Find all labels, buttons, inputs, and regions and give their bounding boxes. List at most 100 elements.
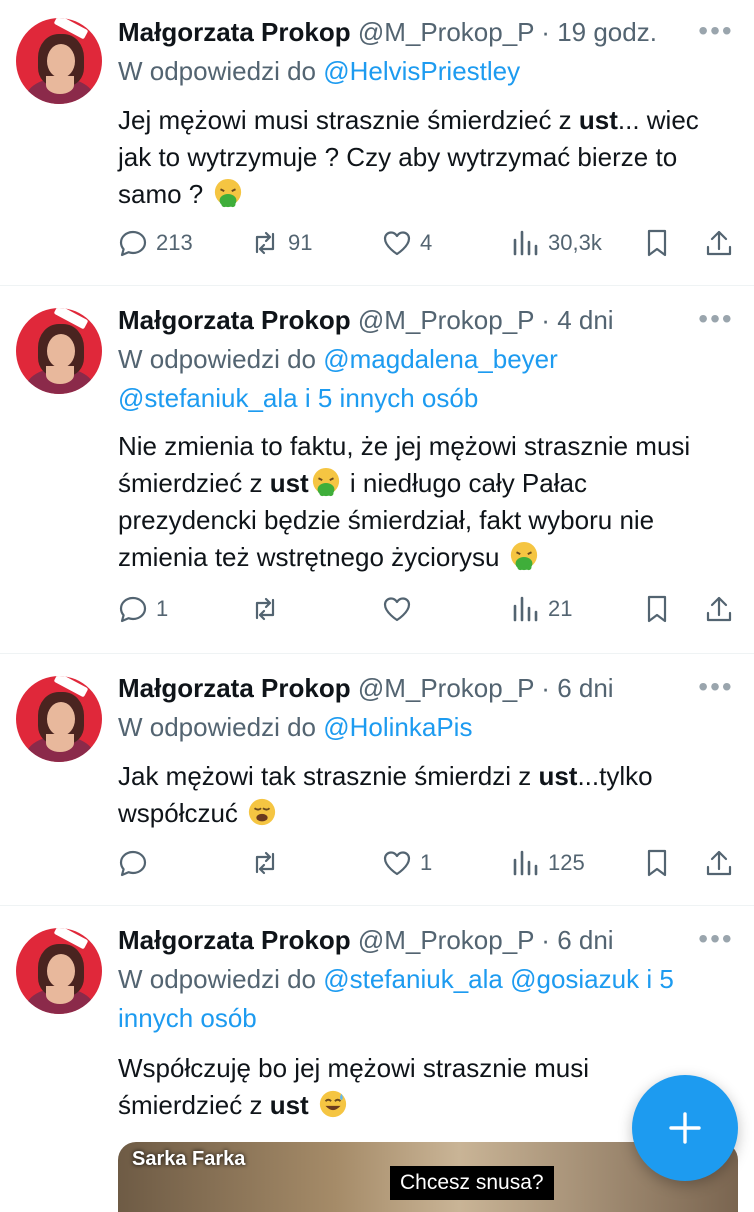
- others-link[interactable]: i 5 innych osób: [305, 383, 478, 413]
- reply-count: 213: [156, 230, 193, 255]
- display-name[interactable]: Małgorzata Prokop: [118, 17, 351, 47]
- tweet-text: Nie zmienia to faktu, że jej mężowi stra…: [118, 428, 718, 576]
- reply-button[interactable]: 1: [118, 592, 168, 626]
- mention-link[interactable]: @HolinkaPis: [323, 712, 472, 742]
- like-count: 4: [420, 230, 433, 255]
- compose-plus-icon: [669, 1112, 701, 1144]
- vomiting-face-emoji: [214, 178, 241, 208]
- text-bold: ust: [269, 468, 309, 498]
- tweet-header: Małgorzata Prokop @M_Prokop_P · 19 godz.: [118, 14, 657, 50]
- avatar[interactable]: [16, 928, 102, 1014]
- reply-context: W odpowiedzi do @stefaniuk_ala @gosiazuk…: [118, 960, 738, 1038]
- repost-button[interactable]: [250, 846, 288, 880]
- reply-context: W odpowiedzi do @HolinkaPis: [118, 708, 738, 747]
- reply-button[interactable]: 213: [118, 226, 193, 260]
- text-part: Jak mężowi tak strasznie śmierdzi z: [118, 761, 539, 791]
- views-icon: [513, 850, 538, 876]
- avatar[interactable]: [16, 18, 102, 104]
- view-count: 125: [548, 850, 585, 875]
- reply-icon: [119, 596, 147, 623]
- tweet[interactable]: Małgorzata Prokop @M_Prokop_P · 6 dni ••…: [0, 654, 754, 904]
- vomiting-face-emoji: [510, 541, 537, 571]
- timestamp[interactable]: 6 dni: [557, 673, 613, 703]
- like-icon: [383, 851, 411, 876]
- tweet-text: Współczuję bo jej mężowi strasznie musi …: [118, 1050, 638, 1124]
- views-button[interactable]: 30,3k: [510, 226, 602, 260]
- tweet-header: Małgorzata Prokop @M_Prokop_P · 6 dni: [118, 670, 614, 706]
- timestamp[interactable]: 4 dni: [557, 305, 613, 335]
- views-button[interactable]: 21: [510, 592, 572, 626]
- display-name[interactable]: Małgorzata Prokop: [118, 305, 351, 335]
- like-count: 1: [420, 850, 433, 875]
- mention-link[interactable]: @stefaniuk_ala: [118, 383, 298, 413]
- mention-link[interactable]: @gosiazuk: [510, 964, 639, 994]
- text-bold: ust: [269, 1090, 309, 1120]
- avatar[interactable]: [16, 676, 102, 762]
- text-part: Współczuję bo jej mężowi strasznie musi …: [118, 1053, 590, 1120]
- media-title: Sarka Farka: [132, 1148, 246, 1170]
- more-icon[interactable]: •••: [698, 925, 734, 960]
- like-icon: [383, 231, 411, 256]
- action-bar: 1 21: [118, 592, 734, 626]
- repost-button[interactable]: [250, 592, 288, 626]
- bookmark-button[interactable]: [642, 226, 672, 260]
- reply-context: W odpowiedzi do @magdalena_beyer @stefan…: [118, 340, 638, 418]
- tweet[interactable]: Małgorzata Prokop @M_Prokop_P · 4 dni ••…: [0, 286, 754, 652]
- display-name[interactable]: Małgorzata Prokop: [118, 673, 351, 703]
- share-button[interactable]: [704, 592, 734, 626]
- like-button[interactable]: 1: [382, 846, 432, 880]
- more-icon[interactable]: •••: [698, 305, 734, 340]
- repost-icon: [255, 231, 275, 255]
- mention-link[interactable]: @HelvisPriestley: [323, 56, 520, 86]
- tweet-header: Małgorzata Prokop @M_Prokop_P · 4 dni: [118, 302, 614, 338]
- separator-dot: ·: [541, 925, 550, 955]
- share-button[interactable]: [704, 226, 734, 260]
- like-button[interactable]: 4: [382, 226, 432, 260]
- view-count: 21: [548, 596, 573, 621]
- views-icon: [513, 596, 538, 622]
- reply-prefix: W odpowiedzi do: [118, 344, 316, 374]
- more-icon[interactable]: •••: [698, 673, 734, 708]
- share-icon: [706, 230, 732, 256]
- user-handle[interactable]: @M_Prokop_P: [358, 673, 534, 703]
- display-name[interactable]: Małgorzata Prokop: [118, 925, 351, 955]
- text-part: Jej mężowi musi strasznie śmierdzieć z: [118, 105, 579, 135]
- vomiting-face-emoji: [312, 467, 339, 497]
- compose-button[interactable]: [632, 1075, 738, 1181]
- avatar[interactable]: [16, 308, 102, 394]
- bookmark-icon: [647, 595, 667, 623]
- separator-dot: ·: [541, 305, 550, 335]
- user-handle[interactable]: @M_Prokop_P: [358, 17, 534, 47]
- mention-link[interactable]: @stefaniuk_ala: [323, 964, 503, 994]
- repost-button[interactable]: 91: [250, 226, 312, 260]
- sweat-smile-emoji: [319, 1090, 347, 1118]
- reply-count: 1: [156, 596, 169, 621]
- bookmark-button[interactable]: [642, 592, 672, 626]
- share-button[interactable]: [704, 846, 734, 880]
- share-icon: [706, 850, 732, 876]
- reply-prefix: W odpowiedzi do: [118, 712, 316, 742]
- bookmark-button[interactable]: [642, 846, 672, 880]
- action-bar: 213 91 4 30,3k: [118, 226, 734, 260]
- reply-button[interactable]: [118, 846, 156, 880]
- views-button[interactable]: 125: [510, 846, 585, 880]
- more-icon[interactable]: •••: [698, 17, 734, 52]
- bookmark-icon: [647, 229, 667, 257]
- views-icon: [513, 230, 538, 256]
- tweet-text: Jak mężowi tak strasznie śmierdzi z ust.…: [118, 758, 718, 832]
- tweet[interactable]: Małgorzata Prokop @M_Prokop_P · 19 godz.…: [0, 0, 754, 285]
- tweet-text: Jej mężowi musi strasznie śmierdzieć z u…: [118, 102, 718, 213]
- share-icon: [706, 596, 732, 622]
- view-count: 30,3k: [548, 230, 602, 255]
- mention-link[interactable]: @magdalena_beyer: [323, 344, 558, 374]
- bookmark-icon: [647, 849, 667, 877]
- tweet-header: Małgorzata Prokop @M_Prokop_P · 6 dni: [118, 922, 614, 958]
- reply-context: W odpowiedzi do @HelvisPriestley: [118, 52, 738, 91]
- timestamp[interactable]: 6 dni: [557, 925, 613, 955]
- text-bold: ust: [538, 761, 578, 791]
- repost-count: 91: [288, 230, 313, 255]
- timestamp[interactable]: 19 godz.: [557, 17, 657, 47]
- user-handle[interactable]: @M_Prokop_P: [358, 305, 534, 335]
- like-button[interactable]: [382, 592, 420, 626]
- user-handle[interactable]: @M_Prokop_P: [358, 925, 534, 955]
